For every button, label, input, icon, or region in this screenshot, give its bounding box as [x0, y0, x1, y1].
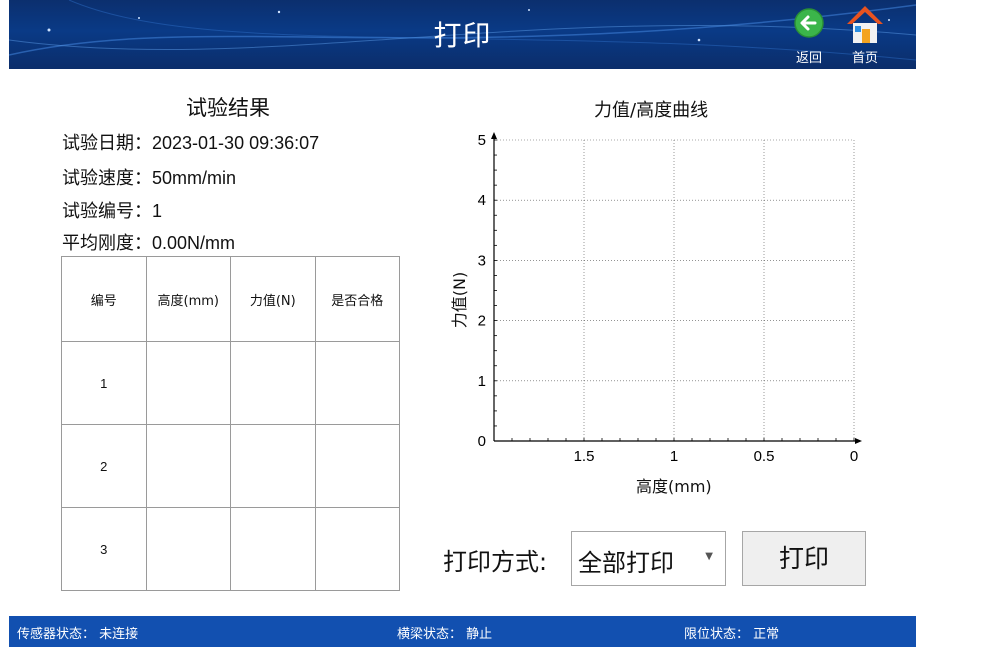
chart-x-arrow-icon	[855, 438, 862, 444]
sensor-status: 传感器状态： 未连接	[17, 627, 139, 642]
col-header-force: 力值(N)	[230, 256, 316, 342]
back-arrow-icon	[794, 8, 824, 38]
test-number-label: 试验编号：	[62, 201, 152, 222]
table-cell	[230, 507, 316, 591]
print-button[interactable]: 打印	[742, 531, 866, 586]
home-button[interactable]: 首页	[843, 3, 887, 67]
table-cell: 1	[61, 341, 147, 425]
test-speed-label: 试验速度：	[62, 168, 152, 189]
table-header-row: 编号 高度(mm) 力值(N) 是否合格	[61, 256, 400, 342]
avg-stiffness-row: 平均刚度：0.00N/mm	[62, 229, 235, 255]
chart-y-axis-label-text: 力值(N)	[450, 271, 469, 329]
print-mode-value: 全部打印	[578, 549, 674, 577]
table-cell	[314, 424, 400, 508]
test-date-row: 试验日期：2023-01-30 09:36:07	[62, 129, 319, 155]
table-cell	[230, 341, 316, 425]
page-title: 打印	[433, 19, 492, 52]
print-mode-select[interactable]: 全部打印 ▼	[571, 531, 726, 586]
table-cell	[230, 424, 316, 508]
table-row[interactable]: 2	[61, 424, 400, 508]
title-bar: 打印 返回 首页	[9, 0, 916, 69]
table-cell	[145, 507, 231, 591]
print-mode-label: 打印方式:	[443, 548, 548, 576]
chart-y-axis-label: 力值(N)	[441, 264, 475, 336]
chart-x-tick-label: 1	[670, 448, 678, 465]
results-table: 编号 高度(mm) 力值(N) 是否合格 1 2 3	[61, 256, 400, 591]
home-icon	[847, 6, 883, 43]
chart-y-tick-label: 0	[478, 433, 486, 450]
table-row[interactable]: 3	[61, 507, 400, 591]
table-cell: 2	[61, 424, 147, 508]
chart-x-axis-label: 高度(mm)	[636, 477, 712, 496]
chart-y-tick-label: 5	[478, 132, 486, 149]
test-date-label: 试验日期：	[62, 133, 152, 154]
back-label: 返回	[795, 51, 822, 66]
chart-x-tick-label: 0.5	[754, 448, 775, 465]
table-cell	[314, 507, 400, 591]
dropdown-arrow-icon: ▼	[705, 551, 713, 562]
test-speed-row: 试验速度：50mm/min	[62, 164, 236, 190]
results-title: 试验结果	[186, 96, 270, 120]
back-button[interactable]: 返回	[787, 3, 831, 67]
table-row[interactable]: 1	[61, 341, 400, 425]
limit-status: 限位状态： 正常	[684, 627, 780, 642]
chart-x-tick-label: 0	[850, 448, 858, 465]
test-speed-value: 50mm/min	[152, 168, 237, 188]
test-number-row: 试验编号：1	[62, 197, 162, 223]
avg-stiffness-label: 平均刚度：	[62, 233, 152, 254]
status-bar: 传感器状态： 未连接 横梁状态： 静止 限位状态： 正常	[9, 616, 916, 647]
table-cell: 3	[61, 507, 147, 591]
table-cell	[314, 341, 400, 425]
avg-stiffness-value: 0.00N/mm	[152, 233, 236, 253]
table-cell	[145, 341, 231, 425]
chart-y-tick-label: 1	[478, 373, 486, 390]
chart-y-tick-label: 3	[478, 252, 486, 269]
table-cell	[145, 424, 231, 508]
chart-title: 力值/高度曲线	[594, 100, 709, 121]
chart-y-tick-label: 4	[478, 192, 486, 209]
chart-x-tick-label: 1.5	[574, 448, 595, 465]
col-header-pass: 是否合格	[314, 256, 400, 342]
home-label: 首页	[851, 51, 878, 66]
force-height-chart: 0 1 2 3 4 5 1.5 1 0.5 0	[478, 132, 862, 465]
test-number-value: 1	[152, 201, 163, 221]
col-header-number: 编号	[61, 256, 147, 342]
beam-status: 横梁状态： 静止	[397, 627, 493, 642]
chart-y-tick-label: 2	[478, 313, 486, 330]
test-date-value: 2023-01-30 09:36:07	[152, 133, 320, 153]
chart-y-arrow-icon	[491, 132, 497, 139]
col-header-height: 高度(mm)	[145, 256, 231, 342]
